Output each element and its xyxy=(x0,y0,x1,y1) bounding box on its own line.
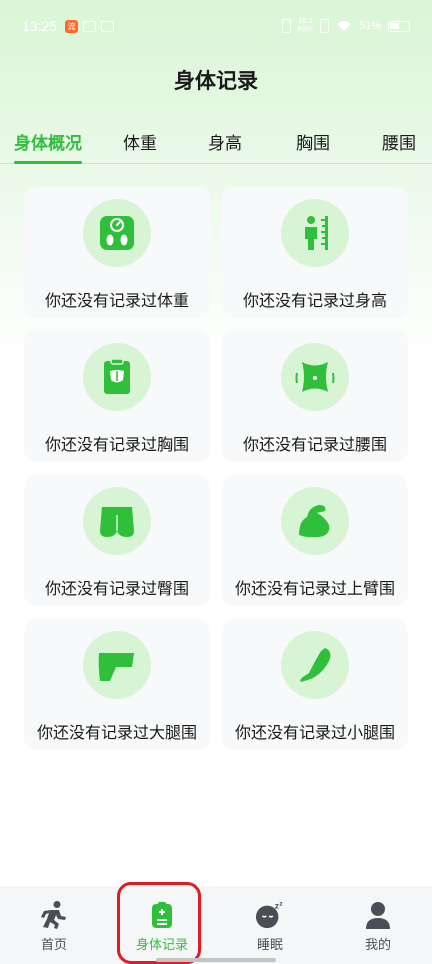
app-notification-icon: 流 xyxy=(65,19,79,33)
thigh-card-label: 你还没有记录过大腿围 xyxy=(36,725,197,742)
svg-text:z: z xyxy=(279,901,283,908)
battery-icon xyxy=(388,20,410,32)
vibrate-icon xyxy=(282,19,292,33)
chest-icon-circle xyxy=(83,343,151,411)
page-title: 身体记录 xyxy=(174,70,258,93)
nav-sleep[interactable]: z z 睡眠 xyxy=(216,886,324,964)
status-right: 26.0 KB/s 51% xyxy=(282,18,410,34)
thigh-card[interactable]: 你还没有记录过大腿围 xyxy=(24,619,210,750)
tab-body-overview[interactable]: 身体概况 xyxy=(14,126,82,164)
nav-body-record-label: 身体记录 xyxy=(135,937,188,952)
calf-card-label: 你还没有记录过小腿围 xyxy=(234,725,395,742)
nav-home[interactable]: 首页 xyxy=(0,886,108,964)
wifi-icon xyxy=(336,21,351,31)
nav-profile-label: 我的 xyxy=(364,937,391,952)
tab-height[interactable]: 身高 xyxy=(207,126,243,162)
nav-home-label: 首页 xyxy=(40,937,67,952)
height-card-label: 你还没有记录过身高 xyxy=(242,293,387,310)
network-speed: 26.0 KB/s xyxy=(298,18,313,33)
calf-icon xyxy=(300,648,331,682)
status-time: 13:25 xyxy=(22,18,58,34)
chest-card[interactable]: 你还没有记录过胸围 xyxy=(24,331,210,462)
mail-icon xyxy=(83,20,97,32)
scale-icon xyxy=(100,216,134,250)
user-icon xyxy=(363,900,393,930)
bottom-nav: 首页 身体记录 z z 睡眠 我的 xyxy=(0,886,432,964)
bicep-card-label: 你还没有记录过上臂围 xyxy=(234,581,395,598)
status-bar: 13:25 流 26.0 KB/s 51% xyxy=(0,0,432,52)
height-card[interactable]: 你还没有记录过身高 xyxy=(222,187,408,318)
tab-bar: 身体概况 体重 身高 胸围 腰围 xyxy=(0,126,432,164)
tab-chest[interactable]: 胸围 xyxy=(295,126,331,162)
weight-card-label: 你还没有记录过体重 xyxy=(44,293,189,310)
briefcase-icon xyxy=(101,20,115,32)
hip-card-label: 你还没有记录过臀围 xyxy=(44,581,189,598)
hip-icon-circle xyxy=(83,487,151,555)
chest-card-label: 你还没有记录过胸围 xyxy=(44,437,189,454)
running-icon xyxy=(39,900,69,930)
hip-icon xyxy=(100,507,134,537)
body-metrics-grid: 你还没有记录过体重 你还没有记录过身高 你还没有记录过胸围 你还没有记录过腰围 … xyxy=(24,187,408,750)
thigh-icon xyxy=(98,653,134,681)
chest-icon xyxy=(104,358,130,394)
tab-waist[interactable]: 腰围 xyxy=(381,126,417,162)
sim-icon xyxy=(319,19,329,33)
nav-body-record[interactable]: 身体记录 xyxy=(108,886,216,964)
sleep-icon: z z xyxy=(255,900,285,930)
calf-icon-circle xyxy=(281,631,349,699)
hip-card[interactable]: 你还没有记录过臀围 xyxy=(24,475,210,606)
nav-profile[interactable]: 我的 xyxy=(324,886,432,964)
waist-icon xyxy=(295,362,335,392)
weight-card[interactable]: 你还没有记录过体重 xyxy=(24,187,210,318)
body-record-icon xyxy=(147,900,177,930)
waist-icon-circle xyxy=(281,343,349,411)
weight-icon-circle xyxy=(83,199,151,267)
nav-sleep-label: 睡眠 xyxy=(256,937,283,952)
bicep-icon xyxy=(299,505,330,538)
bicep-icon-circle xyxy=(281,487,349,555)
calf-card[interactable]: 你还没有记录过小腿围 xyxy=(222,619,408,750)
height-icon-circle xyxy=(281,199,349,267)
tab-weight[interactable]: 体重 xyxy=(122,126,158,162)
battery-percent: 51% xyxy=(358,20,381,32)
home-indicator[interactable] xyxy=(156,958,276,962)
height-ruler-icon xyxy=(305,216,328,250)
notification-icons: 流 xyxy=(65,19,115,33)
waist-card[interactable]: 你还没有记录过腰围 xyxy=(222,331,408,462)
thigh-icon-circle xyxy=(83,631,151,699)
bicep-card[interactable]: 你还没有记录过上臂围 xyxy=(222,475,408,606)
waist-card-label: 你还没有记录过腰围 xyxy=(242,437,387,454)
svg-text:z: z xyxy=(275,900,279,910)
